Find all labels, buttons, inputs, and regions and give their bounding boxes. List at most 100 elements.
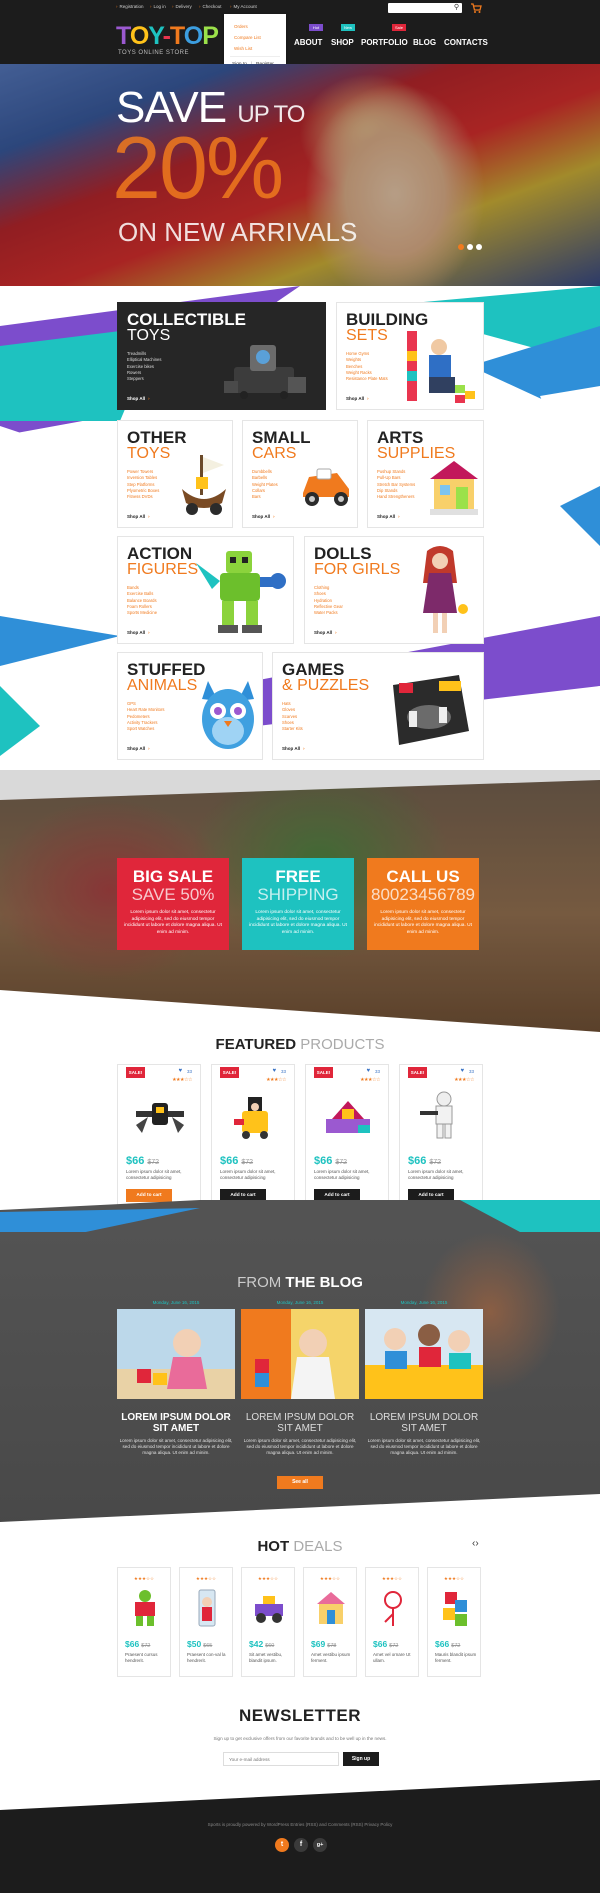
category-action-figures[interactable]: ACTION FIGURES Bands Exercise Balls Bala… xyxy=(117,536,294,644)
nav-portfolio[interactable]: PORTFOLIO xyxy=(361,38,408,47)
shop-all-link[interactable]: Shop All › xyxy=(127,746,150,751)
product-card[interactable]: SALE! ♥ 33 ★★★☆☆ $66 $72 Lorem ipsum dolo… xyxy=(399,1064,483,1209)
category-link[interactable]: Weight Plates xyxy=(252,482,278,488)
shop-all-link[interactable]: Shop All › xyxy=(346,396,369,401)
facebook-icon[interactable]: f xyxy=(294,1838,308,1852)
blog-post[interactable]: Monday, June 16, 2015 LOREM IPSUM DOLOR … xyxy=(241,1300,359,1456)
category-link[interactable]: Starter Kits xyxy=(282,726,303,732)
logo[interactable]: TOY-TOP xyxy=(116,24,219,49)
deal-description: Amet vestibu ipsum ferment. xyxy=(311,1652,351,1663)
post-image[interactable] xyxy=(365,1309,483,1399)
deal-card[interactable]: ★★★☆☆ $66 $72 Praesent cursus hendrerit. xyxy=(117,1567,171,1677)
shop-all-link[interactable]: Shop All › xyxy=(282,746,305,751)
google-plus-icon[interactable]: g+ xyxy=(313,1838,327,1852)
shop-all-link[interactable]: Shop All › xyxy=(127,514,150,519)
product-card[interactable]: SALE! ♥ 33 ★★★☆☆ $66 $72 Lorem ipsum dolo… xyxy=(305,1064,389,1209)
my-account-link[interactable]: › My Account xyxy=(230,4,257,9)
shop-all-link[interactable]: Shop All › xyxy=(314,630,337,635)
toy-car-image xyxy=(303,468,349,506)
category-stuffed-animals[interactable]: STUFFED ANIMALS GPS Heart Rate Monitors … xyxy=(117,652,263,760)
slider-dot-1[interactable] xyxy=(458,244,464,250)
product-image xyxy=(326,1101,370,1133)
category-arts-supplies[interactable]: ARTS SUPPLIES Pushup Stands Pull-Up Bars… xyxy=(367,420,484,528)
deal-card[interactable]: ★★★☆☆ $66 $72 Mauris blandit ipsum fermen… xyxy=(427,1567,481,1677)
deal-price: $66 $72 xyxy=(125,1639,151,1649)
post-image[interactable] xyxy=(241,1309,359,1399)
category-link[interactable]: Elliptical Machines xyxy=(127,357,161,363)
registration-link[interactable]: › Registration xyxy=(116,4,144,9)
product-image xyxy=(420,1091,453,1139)
dropdown-orders[interactable]: Orders xyxy=(234,24,248,29)
blog-post[interactable]: Monday, June 16, 2015 LOREM IPSUM DOLOR … xyxy=(365,1300,483,1456)
search-icon[interactable]: ⚲ xyxy=(454,4,459,12)
category-link[interactable]: Sports Medicine xyxy=(127,610,157,616)
category-link[interactable]: Bars xyxy=(252,494,278,500)
category-link[interactable]: Fitness DVDs xyxy=(127,494,159,500)
slider-dot-3[interactable] xyxy=(476,244,482,250)
shop-all-link[interactable]: Shop All › xyxy=(127,396,150,401)
category-link[interactable]: Heart Rate Monitors xyxy=(127,707,164,713)
heart-icon[interactable]: ♥ xyxy=(178,1068,182,1074)
slider-dot-2[interactable] xyxy=(467,244,473,250)
heart-icon[interactable]: ♥ xyxy=(272,1068,276,1074)
promo-call-us[interactable]: CALL US 80023456789 Lorem ipsum dolor si… xyxy=(367,858,479,950)
login-link[interactable]: › Log in xyxy=(150,4,166,9)
post-date: Monday, June 16, 2015 xyxy=(276,1300,324,1305)
heart-icon[interactable]: ♥ xyxy=(460,1068,464,1074)
post-image[interactable] xyxy=(117,1309,235,1399)
product-card[interactable]: SALE! ♥ 33 ★★★☆☆ $66 $72 Lorem ipsum dolo… xyxy=(117,1064,201,1209)
deal-description: Amet vel ornare Ut ullam. xyxy=(373,1652,411,1663)
shop-all-link[interactable]: Shop All › xyxy=(377,514,400,519)
category-link[interactable]: Sport Watches xyxy=(127,726,164,732)
category-subtitle: TOYS xyxy=(127,445,171,462)
post-title[interactable]: LOREM IPSUM DOLOR SIT AMET xyxy=(241,1412,359,1434)
heart-icon[interactable]: ♥ xyxy=(366,1068,370,1074)
category-other-toys[interactable]: OTHER TOYS Power Towers Inversion Tables… xyxy=(117,420,233,528)
category-games-puzzles[interactable]: GAMES & PUZZLES Hats Gloves Scarves Shoe… xyxy=(272,652,484,760)
category-collectible-toys[interactable]: COLLECTIBLE TOYS Treadmills Elliptical M… xyxy=(117,302,326,410)
twitter-icon[interactable]: t xyxy=(275,1838,289,1852)
hero-subline: ON NEW ARRIVALS xyxy=(118,217,358,247)
blog-post[interactable]: Monday, June 16, 2015 LOREM IPSUM DOLOR … xyxy=(117,1300,235,1456)
deal-card[interactable]: ★★★☆☆ $66 $72 Amet vel ornare Ut ullam. xyxy=(365,1567,419,1677)
checkout-link[interactable]: › Checkout xyxy=(199,4,222,9)
category-link[interactable]: Inversion Tables xyxy=(127,475,159,481)
deal-card[interactable]: ★★★☆☆ $50 $65 Praesent con-val la hendrer… xyxy=(179,1567,233,1677)
category-link[interactable]: Steppers xyxy=(127,376,161,382)
delivery-link[interactable]: › Delivery xyxy=(172,4,192,9)
cart-icon[interactable] xyxy=(470,2,482,14)
category-link[interactable]: Hand Strengtheners xyxy=(377,494,415,500)
category-link[interactable]: Water Packs xyxy=(314,610,343,616)
chevron-right-icon[interactable]: › xyxy=(475,1538,478,1549)
signup-button[interactable]: Sign up xyxy=(343,1752,379,1766)
category-dolls[interactable]: DOLLS FOR GIRLS Clothing Shoes Hydration… xyxy=(304,536,484,644)
copyright-text: Sports is proudly powered by WordPress E… xyxy=(207,1822,393,1827)
nav-contacts[interactable]: CONTACTS xyxy=(444,38,488,47)
dropdown-wishlist[interactable]: Wish List xyxy=(234,46,252,51)
category-link[interactable]: Exercise Balls xyxy=(127,591,157,597)
category-small-cars[interactable]: SMALL CARS Dumbbells Barbells Weight Pla… xyxy=(242,420,358,528)
category-link[interactable]: Resistance Plate Mats xyxy=(346,376,388,382)
nav-blog[interactable]: BLOG xyxy=(413,38,436,47)
promo-big-sale[interactable]: BIG SALE SAVE 50% Lorem ipsum dolor sit … xyxy=(117,858,229,950)
deal-card[interactable]: ★★★☆☆ $42 $60 Sit amet vestibu, blandit i… xyxy=(241,1567,295,1677)
search-input[interactable]: ⚲ xyxy=(388,3,462,13)
email-field[interactable]: Your e-mail address xyxy=(223,1752,339,1766)
post-title[interactable]: LOREM IPSUM DOLOR SIT AMET xyxy=(117,1412,235,1434)
shop-all-link[interactable]: Shop All › xyxy=(252,514,275,519)
category-building-sets[interactable]: BUILDING SETS Home Gyms Weights Benches … xyxy=(336,302,484,410)
nav-about[interactable]: ABOUT xyxy=(294,38,322,47)
promo-title: CALL US xyxy=(386,867,460,886)
rating-stars: ★★★☆☆ xyxy=(266,1077,286,1083)
product-card[interactable]: SALE! ♥ 33 ★★★☆☆ $66 $72 Lorem ipsum dolo… xyxy=(211,1064,295,1209)
category-link[interactable]: Stretch Bar Systems xyxy=(377,482,415,488)
post-title[interactable]: LOREM IPSUM DOLOR SIT AMET xyxy=(365,1412,483,1434)
dropdown-compare[interactable]: Compare List xyxy=(234,35,261,40)
deal-card[interactable]: ★★★☆☆ $69 $78 Amet vestibu ipsum ferment. xyxy=(303,1567,357,1677)
category-link[interactable]: Balance Boards xyxy=(127,598,157,604)
promo-free-shipping[interactable]: FREE SHIPPING Lorem ipsum dolor sit amet… xyxy=(242,858,354,950)
nav-shop[interactable]: SHOP xyxy=(331,38,354,47)
product-image xyxy=(136,1103,184,1133)
see-all-button[interactable]: See all xyxy=(277,1476,323,1489)
shop-all-link[interactable]: Shop All › xyxy=(127,630,150,635)
